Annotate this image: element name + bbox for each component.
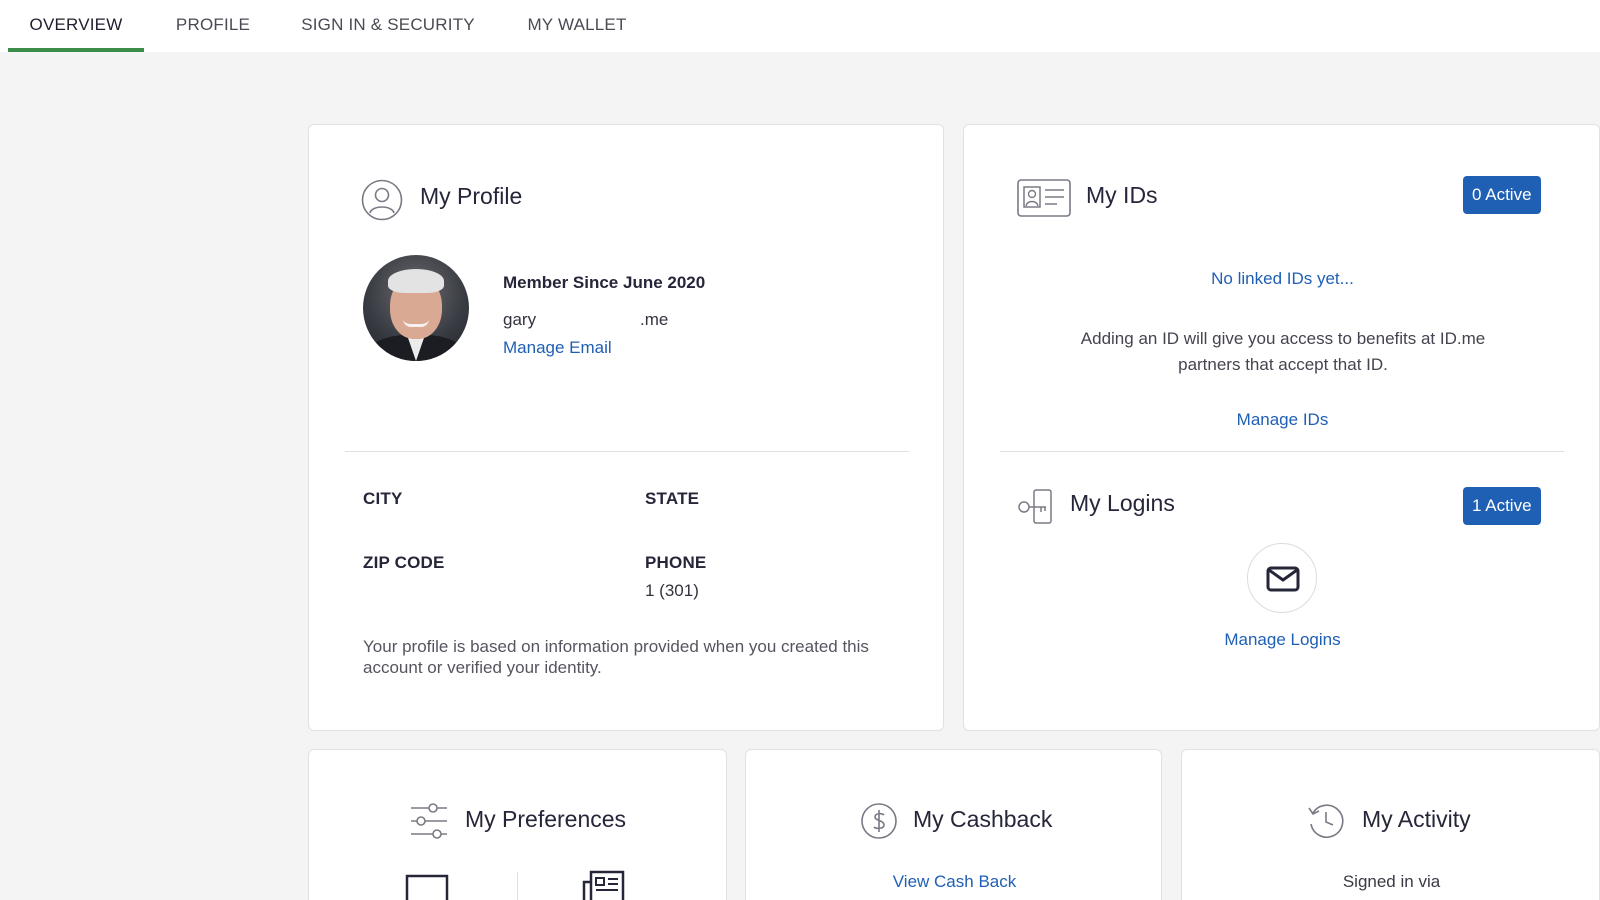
preferences-divider xyxy=(517,872,518,900)
history-clock-icon xyxy=(1308,804,1344,838)
ids-description: Adding an ID will give you access to ben… xyxy=(1080,329,1486,374)
my-activity-title: My Activity xyxy=(1362,806,1471,832)
manage-email-link[interactable]: Manage Email xyxy=(503,338,612,358)
zip-code-label: ZIP CODE xyxy=(363,553,445,572)
my-logins-title: My Logins xyxy=(1070,490,1175,516)
my-profile-title: My Profile xyxy=(420,183,523,209)
member-since: Member Since June 2020 xyxy=(503,273,706,292)
profile-divider xyxy=(345,451,909,452)
profile-note: Your profile is based on information pro… xyxy=(363,637,869,677)
phone-value: 1 (301) xyxy=(645,581,699,600)
logins-active-badge: 1 Active xyxy=(1463,487,1541,525)
my-preferences-title: My Preferences xyxy=(465,806,627,832)
tab-sign-in-security[interactable]: SIGN IN & SECURITY xyxy=(294,0,482,52)
newsletter-icon xyxy=(582,870,625,900)
email-login-method[interactable] xyxy=(1247,543,1317,613)
my-profile-card: My Profile Member Since June 2020 gary .… xyxy=(308,124,944,731)
envelope-icon xyxy=(1266,566,1300,592)
top-navigation: OVERVIEW PROFILE SIGN IN & SECURITY MY W… xyxy=(0,0,1600,52)
email-start: gary xyxy=(503,310,537,329)
devices-icon xyxy=(405,874,449,900)
email-end: .me xyxy=(640,310,669,329)
id-card-icon xyxy=(1017,179,1071,217)
my-activity-card: My Activity Signed in via xyxy=(1181,749,1600,900)
view-cash-back-link[interactable]: View Cash Back xyxy=(746,872,1163,892)
avatar xyxy=(363,255,469,361)
my-ids-card: My IDs 0 Active No linked IDs yet... Add… xyxy=(963,124,1600,731)
no-linked-ids-text: No linked IDs yet... xyxy=(1211,269,1354,288)
phone-label: PHONE xyxy=(645,553,707,572)
my-cashback-title: My Cashback xyxy=(913,806,1053,832)
state-label: STATE xyxy=(645,489,700,508)
ids-divider xyxy=(1000,451,1564,452)
tab-my-wallet[interactable]: MY WALLET xyxy=(518,0,636,52)
dollar-coin-icon xyxy=(861,803,897,839)
user-profile-icon xyxy=(361,179,403,221)
manage-logins-link[interactable]: Manage Logins xyxy=(964,630,1600,650)
sliders-icon xyxy=(411,803,447,839)
city-label: CITY xyxy=(363,489,403,508)
tab-overview[interactable]: OVERVIEW xyxy=(8,0,144,52)
my-ids-title: My IDs xyxy=(1086,182,1158,208)
manage-ids-link[interactable]: Manage IDs xyxy=(964,410,1600,430)
my-preferences-card: My Preferences xyxy=(308,749,727,900)
key-login-icon xyxy=(1018,489,1052,524)
activity-signed-in-text: Signed in via xyxy=(1342,872,1441,891)
my-cashback-card: My Cashback View Cash Back xyxy=(745,749,1162,900)
ids-active-badge: 0 Active xyxy=(1463,176,1541,214)
tab-profile[interactable]: PROFILE xyxy=(166,0,260,52)
